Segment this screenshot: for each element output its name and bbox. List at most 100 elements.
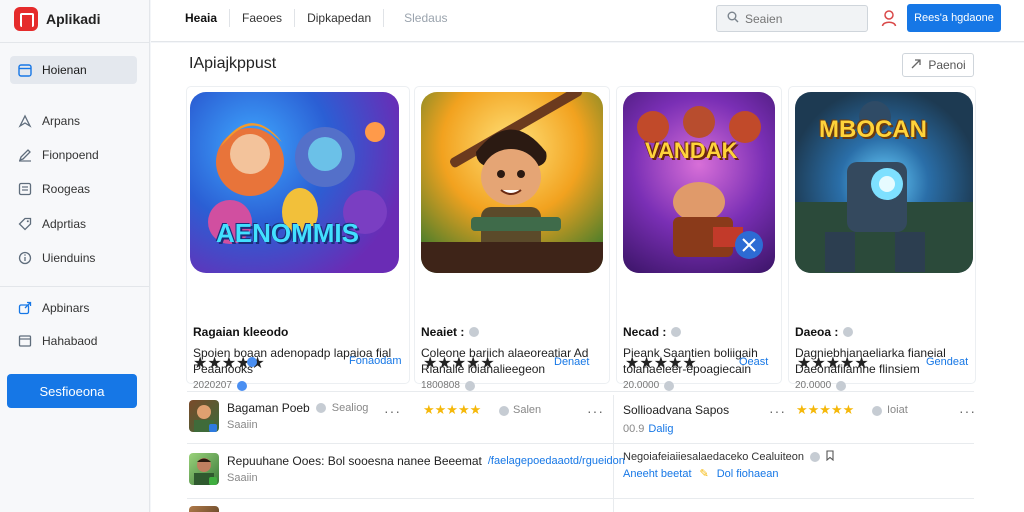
- list-item-title-row: Negoiafeiaiiesalaedaceko Cealuiteon: [623, 450, 834, 464]
- divider: [0, 42, 150, 43]
- app-meta-value: 2020207: [193, 380, 232, 391]
- app-artwork[interactable]: MBOCAN: [795, 92, 973, 273]
- app-card[interactable]: AENOMMIS Ragaian kleeodo Spoien boaan ad…: [187, 87, 409, 391]
- app-artwork[interactable]: VANDAK: [623, 92, 775, 273]
- nav-item-features[interactable]: Faeoes: [230, 9, 296, 27]
- divider: [187, 443, 974, 444]
- rating-stars: ★★★★★: [423, 355, 495, 372]
- nav-item-status[interactable]: Sledaus: [384, 9, 459, 27]
- sidebar-item-edit[interactable]: Fionpoend: [10, 141, 137, 169]
- card-link[interactable]: Gendeat: [926, 356, 968, 368]
- list-item[interactable]: Bagaman Poeb Sealiog Saaiin: [189, 400, 368, 432]
- list-item-sub: 00.9 Dalig: [623, 423, 674, 435]
- section-action-button[interactable]: Paenoi: [902, 53, 974, 77]
- nav-item-home[interactable]: Heaia: [185, 9, 231, 27]
- bookmark-icon[interactable]: [826, 450, 834, 464]
- sidebar-item-label: Roogeas: [42, 182, 91, 196]
- app-artwork-title: VANDAK: [645, 138, 738, 163]
- info-icon: [18, 251, 32, 265]
- list-icon: [18, 182, 32, 196]
- search-input[interactable]: [745, 11, 855, 26]
- app-name: Daeoa :: [795, 325, 854, 339]
- search-icon: [727, 11, 739, 26]
- app-name: Necad :: [623, 325, 682, 339]
- edit-icon: [18, 148, 32, 162]
- sidebar-item-home[interactable]: Hoienan: [10, 56, 137, 84]
- app-card[interactable]: Neaiet : Coleone bariich alaeoreatiar Ad…: [415, 87, 609, 391]
- list-item-link[interactable]: /faelagepoedaaotd/rgueidon: [488, 455, 625, 467]
- list-item-title: Bagaman Poeb: [227, 401, 310, 415]
- sidebar-item-label: Fionpoend: [42, 148, 99, 162]
- list-item-link[interactable]: Dol fiohaean: [717, 468, 779, 480]
- sidebar-item-list[interactable]: Roogeas: [10, 175, 137, 203]
- window-icon: [18, 334, 32, 348]
- list-item-title: Negoiafeiaiiesalaedaceko Cealuiteon: [623, 451, 805, 463]
- rating-stars: ★★★★★: [797, 355, 869, 372]
- info-icon: [836, 380, 847, 391]
- header-primary-button[interactable]: Rees'a hgdaone: [907, 4, 1001, 32]
- divider: [187, 391, 974, 392]
- card-link[interactable]: Denaet: [554, 356, 589, 368]
- nav-item-discover[interactable]: Dipkapedan: [295, 9, 385, 27]
- list-item-sub: Saaiin: [227, 419, 258, 431]
- sidebar-item-apps[interactable]: Arpans: [10, 107, 137, 135]
- app-thumbnail: [189, 453, 219, 485]
- sidebar-item-window[interactable]: Hahabaod: [10, 327, 137, 355]
- app-name: Ragaian kleeodo: [193, 325, 288, 339]
- user-icon[interactable]: [881, 9, 897, 27]
- sidebar-item-label: Uienduins: [42, 251, 96, 265]
- app-logo[interactable]: Aplikadi: [14, 6, 100, 32]
- calendar-icon: [18, 63, 32, 77]
- sidebar-item-tags[interactable]: Adprtias: [10, 210, 137, 238]
- more-options-icon[interactable]: ···: [959, 403, 976, 419]
- sidebar-item-info[interactable]: Uienduins: [10, 244, 137, 272]
- info-icon: [843, 327, 854, 337]
- app-meta: 20.0000: [795, 380, 847, 391]
- app-thumbnail: [189, 400, 219, 432]
- app-meta-value: 20.0000: [623, 380, 660, 391]
- app-meta: 20.0000: [623, 380, 675, 391]
- card-link[interactable]: Fonaodam: [349, 355, 402, 367]
- list-item[interactable]: Repuuhane Ooes: Bol sooesna nanee Beeema…: [189, 453, 625, 485]
- sidebar-item-share[interactable]: Apbinars: [10, 294, 137, 322]
- list-item-extra: Sealiog: [331, 402, 369, 414]
- sidebar-cta-button[interactable]: Sesfioeona: [7, 374, 137, 408]
- list-item-link[interactable]: Aneeht beetat: [623, 468, 692, 480]
- compass-icon: [18, 114, 32, 128]
- app-name: Neaiet :: [421, 325, 480, 339]
- sidebar-item-label: Hahabaod: [42, 334, 98, 348]
- info-icon: [315, 403, 326, 413]
- pencil-icon: ✎: [699, 468, 709, 480]
- list-item-meta: 00.9: [623, 423, 645, 435]
- list-item-label: Ioiat: [887, 404, 908, 416]
- info-icon: [236, 380, 247, 391]
- main-content: IApiajkppust Paenoi AENOMMIS Ragaian kle…: [151, 43, 1024, 512]
- sidebar-item-label: Apbinars: [42, 301, 90, 315]
- list-item-link[interactable]: Dalig: [648, 423, 673, 435]
- app-meta-value: 1800808: [421, 380, 460, 391]
- divider: [0, 286, 150, 287]
- more-options-icon[interactable]: ···: [769, 403, 786, 419]
- top-nav: Heaia Faeoes Dipkapedan Sledaus: [185, 0, 460, 36]
- app-artwork[interactable]: AENOMMIS: [190, 92, 399, 273]
- search-box[interactable]: [716, 5, 868, 32]
- list-item-sub: Saaiin: [227, 472, 258, 484]
- tag-icon: [18, 217, 32, 231]
- divider: [187, 498, 974, 499]
- app-artwork[interactable]: [421, 92, 603, 273]
- info-icon: [664, 380, 675, 391]
- top-bar: Heaia Faeoes Dipkapedan Sledaus Rees'a h…: [151, 0, 1024, 42]
- app-card[interactable]: MBOCAN Daeoa : Dagniebhianaeliarka fiane…: [789, 87, 975, 391]
- rating-stars: ★★★★★: [625, 355, 697, 372]
- share-icon: [18, 301, 32, 315]
- info-icon: [671, 327, 682, 337]
- more-options-icon[interactable]: ···: [587, 403, 604, 419]
- info-icon: [499, 403, 509, 421]
- app-name: Aplikadi: [46, 11, 101, 27]
- list-item[interactable]: [189, 506, 219, 512]
- sidebar-item-label: Arpans: [42, 114, 81, 128]
- more-options-icon[interactable]: ···: [384, 403, 401, 419]
- card-link[interactable]: Oeast: [739, 356, 768, 368]
- app-card[interactable]: VANDAK Necad : Pieank Saantien boliigaih…: [617, 87, 781, 391]
- app-meta-value: 20.0000: [795, 380, 832, 391]
